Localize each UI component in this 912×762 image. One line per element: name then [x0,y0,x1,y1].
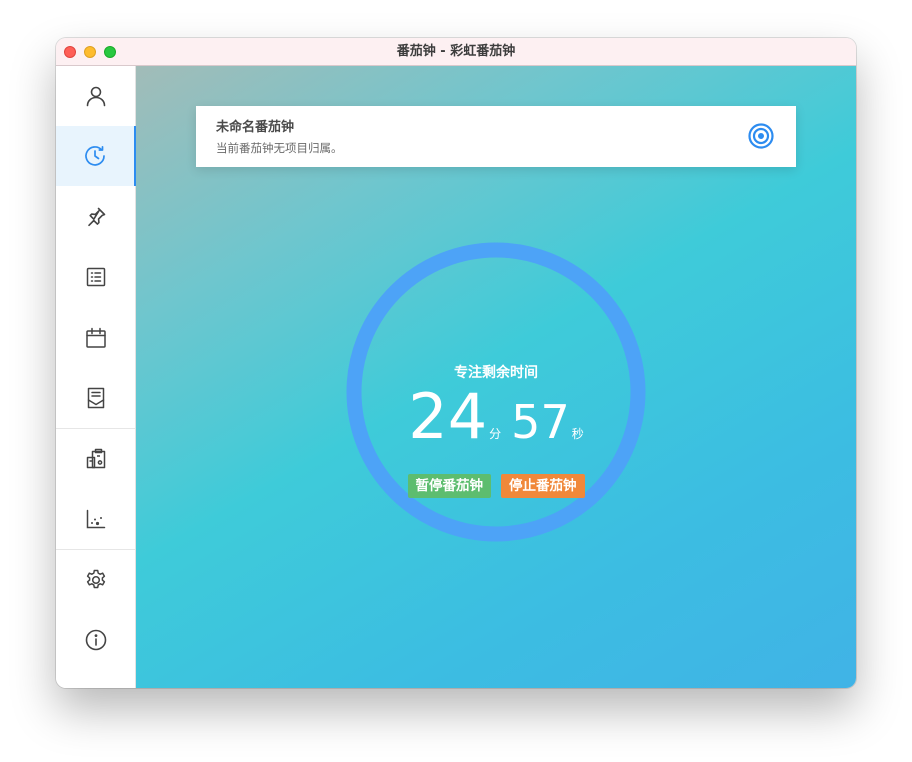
sidebar-item-pomodoro[interactable] [56,126,136,186]
list-icon [86,267,105,287]
task-project-status: 当前番茄钟无项目归属。 [216,141,343,155]
sidebar [56,66,136,688]
user-icon [86,86,105,107]
sidebar-item-calendar[interactable] [56,308,135,368]
chart-icon [86,509,105,529]
title-bar: 番茄钟 - 彩虹番茄钟 [56,38,856,66]
sidebar-item-pinned[interactable] [56,187,135,247]
info-icon [85,629,106,651]
sidebar-item-about[interactable] [56,610,135,670]
gear-icon [86,569,105,589]
pause-pomodoro-button[interactable]: 暂停番茄钟 [407,474,491,498]
calendar-icon [85,327,106,348]
task-title: 未命名番茄钟 [216,120,295,135]
app-window: 番茄钟 - 彩虹番茄钟 未命名番茄钟 当前番茄钟无项目归属。 专注剩余时间 24… [56,38,856,688]
report-icon [87,387,104,409]
clock-icon [85,145,105,166]
target-icon[interactable] [747,122,775,150]
sidebar-item-statistics[interactable] [56,489,135,549]
remaining-time: 24 分 57 秒 [346,386,646,448]
projects-icon [86,448,105,469]
sidebar-item-todo[interactable] [56,247,135,307]
minutes-unit: 分 [489,427,502,441]
pin-icon [87,207,105,227]
seconds-unit: 秒 [571,427,584,441]
sidebar-item-user[interactable] [56,66,135,126]
current-task-card[interactable]: 未命名番茄钟 当前番茄钟无项目归属。 [196,106,796,167]
remaining-minutes: 24 [408,380,488,453]
timer-actions: 暂停番茄钟 停止番茄钟 [346,474,646,498]
sidebar-item-records[interactable] [56,368,135,428]
window-title: 番茄钟 - 彩虹番茄钟 [396,44,516,59]
remaining-seconds: 57 [511,395,570,449]
sidebar-item-projects[interactable] [56,429,135,489]
sidebar-item-settings[interactable] [56,550,135,610]
timer-label: 专注剩余时间 [454,365,538,381]
stop-pomodoro-button[interactable]: 停止番茄钟 [501,474,585,498]
pomodoro-main-area: 未命名番茄钟 当前番茄钟无项目归属。 专注剩余时间 24 分 57 秒 暂停番茄… [136,66,856,688]
